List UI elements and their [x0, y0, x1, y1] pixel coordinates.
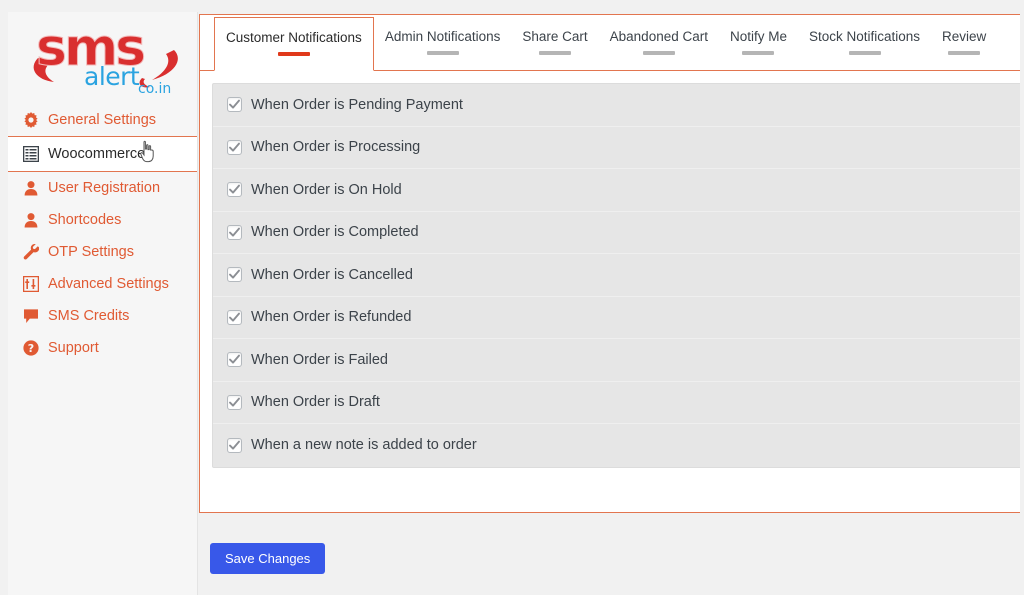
sidebar-item-advanced-settings[interactable]: Advanced Settings — [8, 268, 197, 300]
sliders-icon — [22, 276, 39, 293]
tab-share-cart[interactable]: Share Cart — [511, 17, 598, 70]
checkbox-checked-icon[interactable] — [227, 437, 242, 453]
list-item[interactable]: When Order is Processing — [213, 127, 1023, 169]
sidebar-item-label: Advanced Settings — [48, 276, 169, 292]
tab-underline-indicator — [642, 50, 675, 55]
list-item[interactable]: When Order is Failed — [213, 339, 1023, 382]
tab-review[interactable]: Review — [931, 17, 997, 70]
page-root: sms alert co.in General Settings Woocomm… — [0, 0, 1024, 595]
svg-text:?: ? — [27, 342, 33, 355]
checkbox-checked-icon[interactable] — [227, 224, 242, 240]
save-changes-button[interactable]: Save Changes — [210, 543, 326, 574]
tab-customer-notifications[interactable]: Customer Notifications — [214, 17, 374, 71]
tab-label: Abandoned Cart — [609, 29, 708, 44]
list-item-label: When Order is Failed — [251, 351, 388, 368]
tab-label: Admin Notifications — [384, 29, 501, 44]
logo-text-tld: co.in — [138, 81, 172, 97]
checkbox-checked-icon[interactable] — [227, 394, 242, 410]
list-item-label: When Order is Refunded — [251, 309, 412, 326]
logo-text-alert: alert — [84, 62, 140, 91]
sidebar-item-otp-settings[interactable]: OTP Settings — [8, 236, 197, 268]
list-item[interactable]: When Order is Draft — [213, 382, 1023, 424]
tab-underline-indicator — [848, 50, 881, 55]
sidebar: sms alert co.in General Settings Woocomm… — [8, 12, 198, 595]
list-item[interactable]: When Order is Pending Payment — [213, 84, 1023, 127]
notification-options-list: When Order is Pending Payment When Order… — [212, 83, 1024, 468]
list-item-label: When Order is Completed — [251, 224, 419, 241]
question-circle-icon: ? — [22, 340, 39, 357]
list-item-label: When a new note is added to order — [251, 437, 477, 454]
sidebar-item-label: SMS Credits — [48, 308, 130, 324]
sidebar-item-label: Shortcodes — [48, 212, 122, 228]
sidebar-item-general-settings[interactable]: General Settings — [8, 104, 197, 136]
brand-logo: sms alert co.in — [8, 12, 197, 100]
main-content-panel: Customer Notifications Admin Notificatio… — [199, 14, 1024, 513]
tab-admin-notifications[interactable]: Admin Notifications — [374, 17, 512, 70]
list-item[interactable]: When Order is Completed — [213, 212, 1023, 254]
list-item[interactable]: When Order is Refunded — [213, 297, 1023, 339]
list-item[interactable]: When a new note is added to order — [213, 424, 1023, 467]
checkbox-checked-icon[interactable] — [227, 267, 242, 283]
list-item[interactable]: When Order is On Hold — [213, 169, 1023, 212]
checkbox-checked-icon[interactable] — [227, 139, 242, 155]
grid-table-icon — [22, 146, 39, 163]
sidebar-item-sms-credits[interactable]: SMS Credits — [8, 300, 197, 332]
list-item-label: When Order is Pending Payment — [251, 96, 463, 113]
list-item-label: When Order is Cancelled — [251, 266, 413, 283]
page-right-edge — [1020, 0, 1024, 595]
sidebar-item-support[interactable]: ? Support — [8, 332, 197, 364]
tab-underline-indicator — [742, 50, 775, 55]
user-icon — [22, 180, 39, 197]
sidebar-item-shortcodes[interactable]: Shortcodes — [8, 204, 197, 236]
tab-label: Notify Me — [729, 29, 787, 44]
tab-abandoned-cart[interactable]: Abandoned Cart — [599, 17, 719, 70]
tab-label: Review — [942, 29, 987, 44]
sidebar-nav: General Settings Woocommerce User Regist… — [8, 104, 197, 364]
sidebar-item-label: Woocommerce — [48, 146, 146, 162]
list-item-label: When Order is Draft — [251, 394, 380, 411]
checkbox-checked-icon[interactable] — [227, 182, 242, 198]
checkbox-checked-icon[interactable] — [227, 352, 242, 368]
tab-notify-me[interactable]: Notify Me — [719, 17, 798, 70]
sidebar-item-woocommerce[interactable]: Woocommerce — [8, 136, 197, 172]
tab-underline-indicator — [426, 50, 459, 55]
sidebar-item-label: General Settings — [48, 112, 157, 128]
comment-icon — [22, 308, 39, 325]
user-icon — [22, 212, 39, 229]
checkbox-checked-icon[interactable] — [227, 97, 242, 113]
list-item-label: When Order is Processing — [251, 139, 421, 156]
sidebar-item-label: Support — [48, 340, 99, 356]
tab-underline-indicator — [539, 50, 572, 55]
tab-label: Share Cart — [522, 29, 588, 44]
checkbox-checked-icon[interactable] — [227, 309, 242, 325]
sidebar-item-user-registration[interactable]: User Registration — [8, 172, 197, 204]
save-area: Save Changes — [210, 543, 326, 574]
tab-underline-indicator — [948, 50, 981, 55]
list-item[interactable]: When Order is Cancelled — [213, 254, 1023, 297]
wrench-icon — [22, 244, 39, 261]
sidebar-item-label: OTP Settings — [48, 244, 134, 260]
tab-stock-notifications[interactable]: Stock Notifications — [798, 17, 931, 70]
gear-icon — [22, 112, 39, 129]
list-item-label: When Order is On Hold — [251, 181, 402, 198]
tab-label: Stock Notifications — [809, 29, 921, 44]
tab-label: Customer Notifications — [226, 30, 362, 45]
tab-bar: Customer Notifications Admin Notificatio… — [200, 15, 1024, 71]
tab-underline-indicator — [277, 51, 310, 56]
sidebar-item-label: User Registration — [48, 180, 161, 196]
